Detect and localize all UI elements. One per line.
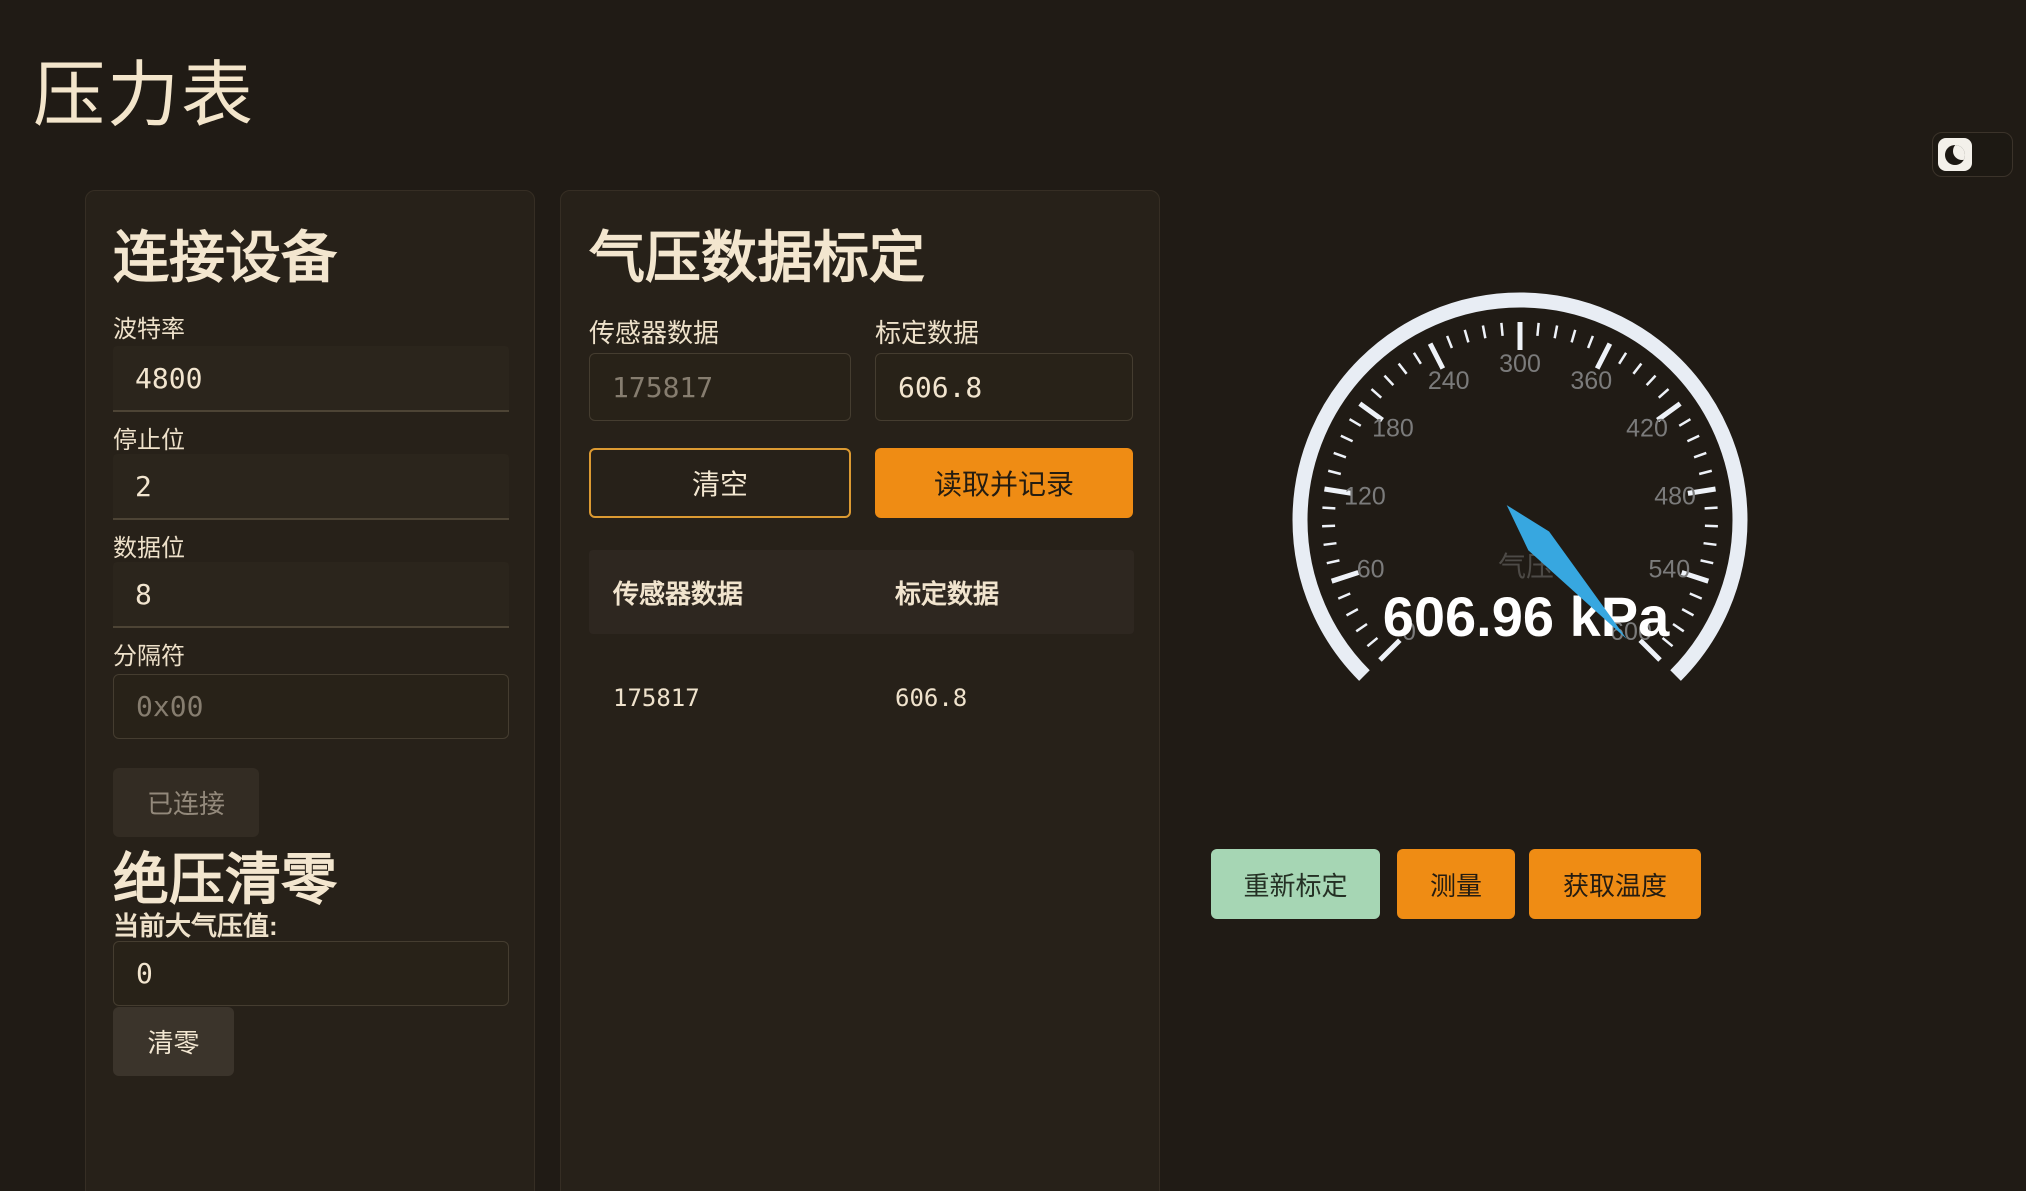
svg-text:240: 240 [1428,367,1470,395]
pressure-gauge-dial: 060120180240300360420480540600气压606.96 k… [1280,280,1760,760]
moon-icon [1945,145,1965,165]
theme-toggle[interactable] [1932,132,2013,177]
separator-input[interactable] [113,674,509,739]
page-title: 压力表 [33,36,255,141]
calibration-panel-title: 气压数据标定 [589,213,925,294]
data-bits-input[interactable] [113,562,509,628]
svg-text:360: 360 [1570,367,1612,395]
calib-data-input[interactable] [875,353,1133,421]
table-cell-calib: 606.8 [895,684,1134,712]
svg-text:606.96 kPa: 606.96 kPa [1383,585,1670,648]
measure-button[interactable]: 测量 [1397,849,1515,919]
svg-text:540: 540 [1648,556,1690,584]
svg-text:120: 120 [1344,482,1386,510]
svg-text:300: 300 [1499,350,1541,378]
stop-bits-label: 停止位 [113,420,185,455]
svg-text:60: 60 [1357,556,1385,584]
svg-text:480: 480 [1654,482,1696,510]
theme-toggle-knob [1938,138,1972,171]
recalibrate-button[interactable]: 重新标定 [1211,849,1380,919]
baud-rate-label: 波特率 [113,309,185,344]
sensor-data-label: 传感器数据 [589,313,719,350]
data-bits-label: 数据位 [113,528,185,563]
sensor-data-input[interactable] [589,353,851,421]
table-header-calib: 标定数据 [895,574,1134,611]
connect-device-panel: 连接设备 波特率 停止位 数据位 分隔符 已连接 绝压清零 当前大气压值: 清零 [85,190,535,1191]
connect-panel-title: 连接设备 [113,213,337,294]
absolute-zero-title: 绝压清零 [113,835,337,916]
svg-text:180: 180 [1372,415,1414,443]
baud-rate-input[interactable] [113,346,509,412]
connected-button[interactable]: 已连接 [113,768,259,837]
calibration-panel: 气压数据标定 传感器数据 标定数据 清空 读取并记录 传感器数据 标定数据 17… [560,190,1160,1191]
stop-bits-input[interactable] [113,454,509,520]
read-and-record-button[interactable]: 读取并记录 [875,448,1133,518]
zero-button[interactable]: 清零 [113,1007,234,1076]
clear-button[interactable]: 清空 [589,448,851,518]
table-cell-sensor: 175817 [589,684,895,712]
get-temperature-button[interactable]: 获取温度 [1529,849,1701,919]
calibration-table-header: 传感器数据 标定数据 [589,550,1134,634]
atmospheric-pressure-label: 当前大气压值: [113,906,278,943]
table-header-sensor: 传感器数据 [589,574,895,611]
separator-label: 分隔符 [113,636,185,671]
svg-text:420: 420 [1626,415,1668,443]
pressure-gauge: 060120180240300360420480540600气压606.96 k… [1280,280,1760,760]
table-row: 175817 606.8 [589,678,1134,718]
calib-data-label: 标定数据 [875,313,979,350]
atmospheric-pressure-input[interactable] [113,941,509,1006]
